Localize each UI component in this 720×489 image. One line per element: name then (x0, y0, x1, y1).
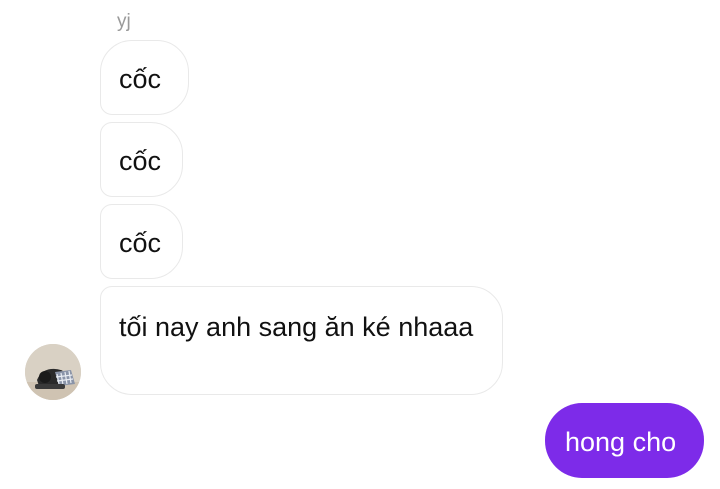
message-text: cốc (119, 228, 162, 258)
outgoing-message[interactable]: hong cho (545, 403, 704, 478)
incoming-message[interactable]: cốc (100, 122, 183, 197)
message-text: tối nay anh sang ăn ké nhaaa (119, 312, 474, 342)
incoming-message[interactable]: cốc (100, 40, 189, 115)
message-text: cốc (119, 64, 162, 94)
avatar-photo-icon (25, 344, 81, 400)
incoming-message[interactable]: tối nay anh sang ăn ké nhaaa (100, 286, 503, 395)
sender-name: yj (117, 11, 131, 32)
message-text: hong cho (565, 427, 677, 457)
incoming-message[interactable]: cốc (100, 204, 183, 279)
sender-avatar[interactable] (25, 344, 81, 400)
message-text: cốc (119, 146, 162, 176)
